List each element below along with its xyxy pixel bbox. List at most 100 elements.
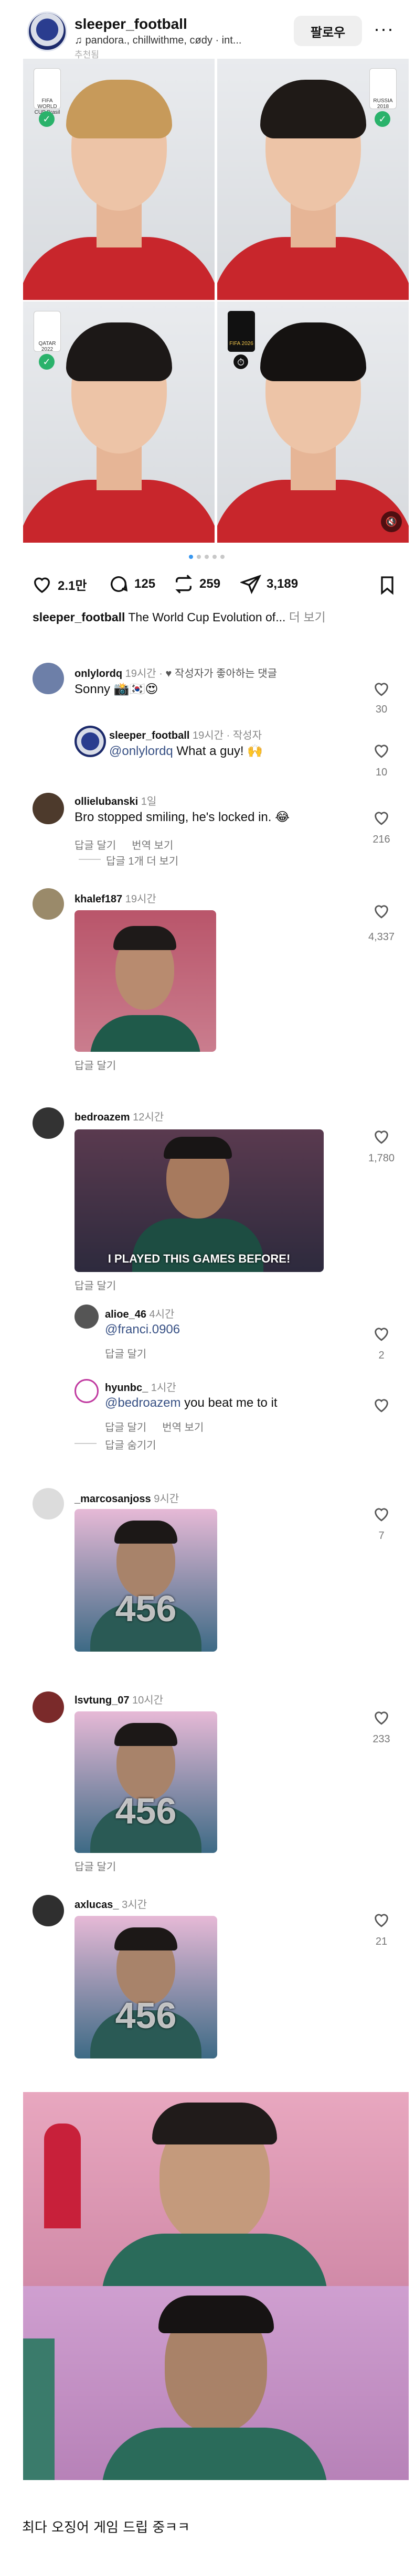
check-icon: ✓ (39, 111, 55, 127)
heart-icon[interactable] (373, 1505, 390, 1523)
avatar[interactable] (75, 1379, 99, 1403)
like-count: 2.1만 (58, 578, 87, 593)
avatar[interactable] (27, 12, 67, 51)
avatar[interactable] (33, 888, 64, 920)
reply-link[interactable]: 답글 달기 (75, 840, 116, 852)
comment-button[interactable]: 125 (108, 574, 155, 595)
heart-icon[interactable] (373, 1396, 390, 1414)
heart-icon[interactable] (373, 1324, 390, 1342)
world-cup-logo-icon: FIFA WORLD CUP Brasil (34, 68, 61, 115)
player-number: 456 (115, 1791, 177, 1831)
avatar[interactable] (33, 1488, 64, 1519)
comment-like-count: 21 (375, 1936, 388, 1947)
thread-line (79, 859, 101, 860)
comment-like-count: 233 (373, 1733, 390, 1745)
share-count: 3,189 (267, 577, 299, 591)
clock-icon: ⏱ (233, 354, 249, 370)
carousel-dot (189, 555, 193, 559)
carousel-indicator (189, 555, 225, 559)
comment-gif[interactable]: 456 (75, 1509, 217, 1652)
more-options-icon[interactable]: ··· (374, 19, 394, 38)
post-username[interactable]: sleeper_football (75, 16, 187, 33)
comment-username[interactable]: bedroazem 12시간 (75, 1108, 164, 1124)
post-header: sleeper_football ♫ pandora., chillwithme… (0, 0, 415, 63)
carousel-dot (197, 555, 201, 559)
comment-text: @bedroazem you beat me to it (105, 1396, 278, 1410)
comment-like-count: 7 (378, 1530, 385, 1542)
repost-button[interactable]: 259 (173, 574, 220, 595)
view-more-replies[interactable]: 답글 1개 더 보기 (106, 853, 178, 868)
avatar[interactable] (33, 1895, 64, 1926)
comment-username[interactable]: axlucas_ 3시간 (75, 1896, 147, 1911)
avatar[interactable] (33, 1691, 64, 1723)
post-caption[interactable]: sleeper_football The World Cup Evolution… (33, 607, 326, 625)
avatar[interactable] (33, 663, 64, 694)
world-cup-logo-icon: FIFA 2026 (228, 311, 255, 352)
heart-icon[interactable] (373, 1911, 390, 1928)
caption-username[interactable]: sleeper_football (33, 610, 125, 624)
heart-icon[interactable] (373, 809, 390, 826)
follow-button[interactable]: 팔로우 (294, 16, 362, 46)
comment-meta: 답글 달기 번역 보기 (75, 837, 189, 852)
mute-icon[interactable]: 🔇 (381, 511, 402, 532)
bottom-caption: 최다 오징어 게임 드립 중ㅋㅋ (22, 2520, 190, 2536)
comment-gif[interactable]: 456 (75, 1916, 217, 2058)
comment-gif[interactable]: 456 (75, 1711, 217, 1853)
comment-username[interactable]: lsvtung_07 10시간 (75, 1691, 163, 1707)
repost-icon (175, 575, 192, 594)
carousel-dot (220, 555, 225, 559)
carousel-dot (212, 555, 217, 559)
send-icon (240, 575, 261, 595)
heart-icon[interactable] (373, 1127, 390, 1145)
reply-link[interactable]: 답글 달기 (105, 1345, 146, 1361)
comment-gif[interactable]: I PLAYED THIS GAMES BEFORE! (75, 1129, 324, 1272)
comment-username[interactable]: onlylordq 19시간 · ♥ 작성자가 좋아하는 댓글 (75, 665, 277, 680)
comment-like-count: 30 (375, 704, 388, 715)
heart-icon (34, 577, 50, 593)
comment-username[interactable]: sleeper_football 19시간 · 작성자 (109, 727, 262, 742)
music-info[interactable]: ♫ pandora., chillwithme, cødy · int... (75, 35, 241, 47)
squid-game-image (23, 2092, 409, 2480)
heart-icon[interactable] (373, 741, 390, 759)
heart-icon[interactable] (373, 902, 390, 920)
comment-username[interactable]: hyunbc_ 1시간 (105, 1379, 176, 1394)
carousel-dot (205, 555, 209, 559)
bookmark-icon[interactable] (377, 575, 398, 596)
post-image-carousel[interactable]: FIFA WORLD CUP Brasil ✓ RUSSIA 2018 ✓ QA… (23, 59, 409, 543)
photo-tile-2: RUSSIA 2018 ✓ (217, 59, 409, 300)
comment-text: @franci.0906 (105, 1322, 180, 1336)
comment-username[interactable]: ollielubanski 1일 (75, 793, 156, 808)
comment-like-count: 4,337 (368, 931, 395, 943)
heart-icon[interactable] (373, 680, 390, 697)
comment-like-count: 10 (375, 767, 388, 778)
like-button[interactable]: 2.1만 (31, 574, 87, 595)
comment-meta: 답글 달기 번역 보기 (105, 1419, 219, 1434)
comment-like-count: 216 (373, 834, 390, 845)
reply-link[interactable]: 답글 달기 (75, 1277, 116, 1292)
comment-username[interactable]: alioe_46 4시간 (105, 1306, 174, 1321)
player-number: 456 (115, 1588, 177, 1629)
reply-link[interactable]: 답글 달기 (75, 1057, 116, 1072)
comment-gif[interactable] (75, 910, 216, 1052)
comment-username[interactable]: _marcosanjoss 9시간 (75, 1490, 179, 1505)
avatar[interactable] (33, 1107, 64, 1139)
world-cup-logo-icon: QATAR 2022 (34, 311, 61, 352)
heart-icon[interactable] (373, 1708, 390, 1726)
hide-replies-link[interactable]: 답글 숨기기 (105, 1437, 156, 1452)
reply-link[interactable]: 답글 달기 (105, 1422, 146, 1433)
comment-text: Bro stopped smiling, he's locked in. 😂 (75, 810, 290, 824)
thread-line (75, 1443, 97, 1444)
avatar[interactable] (75, 726, 106, 757)
comment-username[interactable]: khalef187 19시간 (75, 890, 156, 906)
comment-count: 125 (134, 577, 156, 591)
world-cup-logo-icon: RUSSIA 2018 (369, 68, 397, 110)
avatar[interactable] (33, 793, 64, 824)
translate-link[interactable]: 번역 보기 (162, 1422, 204, 1433)
translate-link[interactable]: 번역 보기 (132, 840, 173, 852)
reply-link[interactable]: 답글 달기 (75, 1858, 116, 1873)
photo-tile-4: FIFA 2026 ⏱ 🔇 (217, 301, 409, 543)
caption-more-link[interactable]: 더 보기 (289, 610, 326, 624)
player-number: 456 (115, 1995, 177, 2036)
share-button[interactable]: 3,189 (240, 574, 298, 595)
avatar[interactable] (75, 1305, 99, 1329)
